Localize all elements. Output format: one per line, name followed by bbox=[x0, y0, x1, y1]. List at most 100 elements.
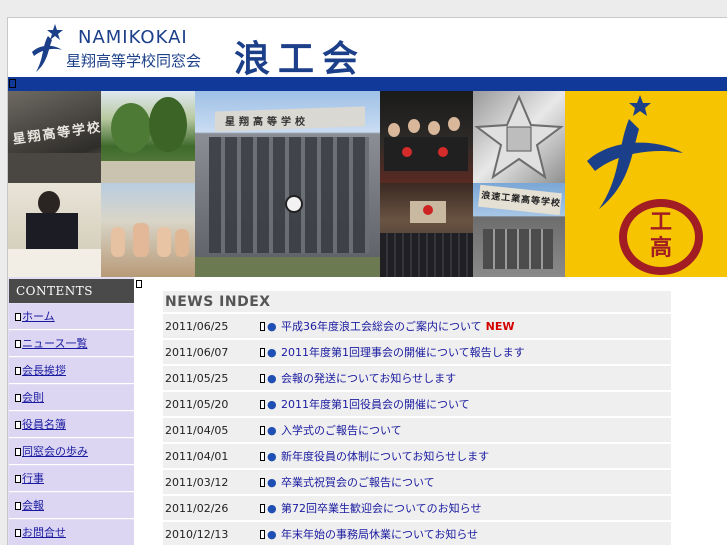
menu-item-label: ニュース一覧 bbox=[22, 337, 88, 350]
menu-item-news[interactable]: ニュース一覧 bbox=[9, 331, 134, 357]
bullet-dot-icon: ● bbox=[267, 528, 277, 541]
menu-item-label: 同窓会の歩み bbox=[22, 445, 88, 458]
news-date: 2011/05/20 bbox=[165, 398, 229, 411]
logo-star-icon[interactable] bbox=[22, 22, 70, 74]
emblem-petal-icon bbox=[474, 94, 564, 180]
broken-image-icon bbox=[260, 374, 265, 383]
bullet-dot-icon: ● bbox=[267, 320, 277, 333]
bullet-dot-icon: ● bbox=[267, 424, 277, 437]
news-title-link[interactable]: 平成36年度浪工会総会のご案内について NEW bbox=[281, 314, 515, 339]
emblem-text: 工高 bbox=[649, 209, 672, 261]
news-date: 2010/12/13 bbox=[165, 528, 229, 541]
news-row[interactable]: 2011/05/20 ● 2011年度第1回役員会の開催について bbox=[163, 392, 671, 417]
broken-image-icon bbox=[15, 529, 21, 537]
new-badge: NEW bbox=[485, 320, 515, 333]
broken-image-icon bbox=[15, 475, 21, 483]
menu-item-label: 会則 bbox=[22, 391, 44, 404]
logo-japanese: 星翔高等学校同窓会 bbox=[66, 52, 202, 70]
menu-item-events[interactable]: 行事 bbox=[9, 466, 134, 492]
news-title-link[interactable]: 卒業式祝賀会のご報告について bbox=[281, 470, 435, 495]
news-title-link[interactable]: 第72回卒業生歓迎会についてのお知らせ bbox=[281, 496, 481, 521]
broken-image-icon bbox=[260, 426, 265, 435]
building-sign-text: 星翔高等学校 bbox=[225, 117, 309, 128]
page-frame: NAMIKOKAI 星翔高等学校同窓会 浪工会 星翔高等学校 星翔高等学校 浪速… bbox=[7, 17, 727, 545]
menu-item-rules[interactable]: 会則 bbox=[9, 385, 134, 411]
news-title-link[interactable]: 会報の発送についてお知らせします bbox=[281, 366, 456, 391]
broken-image-icon bbox=[15, 313, 21, 321]
news-row[interactable]: 2011/04/05 ● 入学式のご報告について bbox=[163, 418, 671, 443]
photo-student-writing bbox=[8, 183, 101, 277]
news-row[interactable]: 2011/06/07 ● 2011年度第1回理事会の開催について報告します bbox=[163, 340, 671, 365]
photo-collage: 星翔高等学校 星翔高等学校 浪速工業高等学校 工高 bbox=[8, 91, 727, 277]
news-title-link[interactable]: 2011年度第1回役員会の開催について bbox=[281, 392, 470, 417]
site-header: NAMIKOKAI 星翔高等学校同窓会 浪工会 bbox=[8, 18, 727, 80]
menu-item-label: 行事 bbox=[22, 472, 44, 485]
photo-auditorium bbox=[380, 183, 473, 277]
news-date: 2011/06/25 bbox=[165, 320, 229, 333]
broken-image-icon bbox=[260, 504, 265, 513]
photo-school-emblem bbox=[473, 91, 565, 183]
bullet-dot-icon: ● bbox=[267, 372, 277, 385]
menu-item-label: 役員名簿 bbox=[22, 418, 66, 431]
bullet-dot-icon: ● bbox=[267, 450, 277, 463]
news-row[interactable]: 2011/04/01 ● 新年度役員の体制についてお知らせします bbox=[163, 444, 671, 469]
broken-image-icon bbox=[15, 367, 21, 375]
brand-panel: 工高 bbox=[565, 91, 727, 277]
menu-item-label: お問合せ bbox=[22, 526, 66, 539]
broken-image-icon bbox=[260, 530, 265, 539]
broken-image-icon bbox=[9, 79, 16, 88]
menu-item-history[interactable]: 同窓会の歩み bbox=[9, 439, 134, 465]
bullet-dot-icon: ● bbox=[267, 346, 277, 359]
photo-alumni-group bbox=[380, 91, 473, 183]
news-date: 2011/06/07 bbox=[165, 346, 229, 359]
news-date: 2011/02/26 bbox=[165, 502, 229, 515]
menu-item-label: 会長挨拶 bbox=[22, 364, 66, 377]
bullet-dot-icon: ● bbox=[267, 476, 277, 489]
news-title-link[interactable]: 2011年度第1回理事会の開催について報告します bbox=[281, 340, 525, 365]
photo-school-building: 星翔高等学校 bbox=[195, 91, 380, 277]
news-title-link[interactable]: 入学式のご報告について bbox=[281, 418, 402, 443]
photo-gate-plate: 浪速工業高等学校 bbox=[473, 183, 565, 277]
news-title-link[interactable]: 年末年始の事務局休業についてお知らせ bbox=[281, 522, 478, 545]
news-title-link[interactable]: 新年度役員の体制についてお知らせします bbox=[281, 444, 489, 469]
news-row[interactable]: 2010/12/13 ● 年末年始の事務局休業についてお知らせ bbox=[163, 522, 671, 545]
news-row[interactable]: 2011/05/25 ● 会報の発送についてお知らせします bbox=[163, 366, 671, 391]
broken-image-icon bbox=[260, 478, 265, 487]
menu-item-label: 会報 bbox=[22, 499, 44, 512]
news-date: 2011/04/01 bbox=[165, 450, 229, 463]
site-title[interactable]: 浪工会 bbox=[234, 30, 366, 82]
broken-image-icon bbox=[15, 502, 21, 510]
header-nav-bar bbox=[8, 77, 727, 91]
sidebar: CONTENTS MENU ホーム ニュース一覧 会長挨拶 会則 役員名簿 同窓… bbox=[8, 277, 134, 545]
broken-image-icon bbox=[260, 400, 265, 409]
broken-image-icon bbox=[260, 452, 265, 461]
menu-item-contact[interactable]: お問合せ bbox=[9, 520, 134, 545]
news-row[interactable]: 2011/06/25 ● 平成36年度浪工会総会のご案内について NEW bbox=[163, 314, 671, 339]
broken-image-icon bbox=[15, 448, 21, 456]
menu-item-home[interactable]: ホーム bbox=[9, 304, 134, 330]
menu-heading: CONTENTS MENU bbox=[9, 279, 134, 322]
news-date: 2011/04/05 bbox=[165, 424, 229, 437]
broken-image-icon bbox=[15, 340, 21, 348]
sign-text: 星翔高等学校 bbox=[11, 120, 101, 148]
bullet-dot-icon: ● bbox=[267, 398, 277, 411]
news-date: 2011/05/25 bbox=[165, 372, 229, 385]
news-row[interactable]: 2011/02/26 ● 第72回卒業生歓迎会についてのお知らせ bbox=[163, 496, 671, 521]
broken-image-icon bbox=[15, 421, 21, 429]
news-date: 2011/03/12 bbox=[165, 476, 229, 489]
news-row[interactable]: 2011/03/12 ● 卒業式祝賀会のご報告について bbox=[163, 470, 671, 495]
menu-item-label: ホーム bbox=[22, 310, 55, 323]
broken-image-icon bbox=[260, 348, 265, 357]
menu-item-officers[interactable]: 役員名簿 bbox=[9, 412, 134, 438]
news-title: 平成36年度浪工会総会のご案内について bbox=[281, 320, 482, 333]
menu-item-bulletin[interactable]: 会報 bbox=[9, 493, 134, 519]
broken-image-icon bbox=[136, 280, 142, 288]
logo-english: NAMIKOKAI bbox=[78, 27, 188, 48]
bullet-dot-icon: ● bbox=[267, 502, 277, 515]
broken-image-icon bbox=[15, 394, 21, 402]
gate-plate-text: 浪速工業高等学校 bbox=[478, 184, 562, 216]
photo-school-sign: 星翔高等学校 bbox=[8, 91, 101, 183]
photo-sports-event bbox=[101, 183, 195, 277]
menu-item-greeting[interactable]: 会長挨拶 bbox=[9, 358, 134, 384]
broken-image-icon bbox=[260, 322, 265, 331]
